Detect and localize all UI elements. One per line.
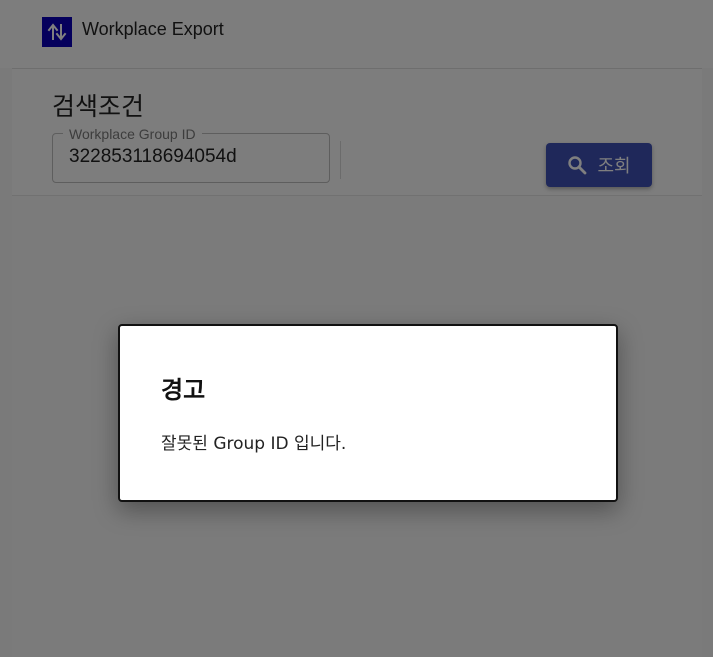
alert-dialog: 경고 잘못된 Group ID 입니다.: [118, 324, 618, 502]
dialog-message: 잘못된 Group ID 입니다.: [161, 434, 347, 454]
dialog-title: 경고: [161, 376, 206, 404]
page: Workplace Export 검색조건 Workplace Group ID…: [0, 0, 713, 657]
